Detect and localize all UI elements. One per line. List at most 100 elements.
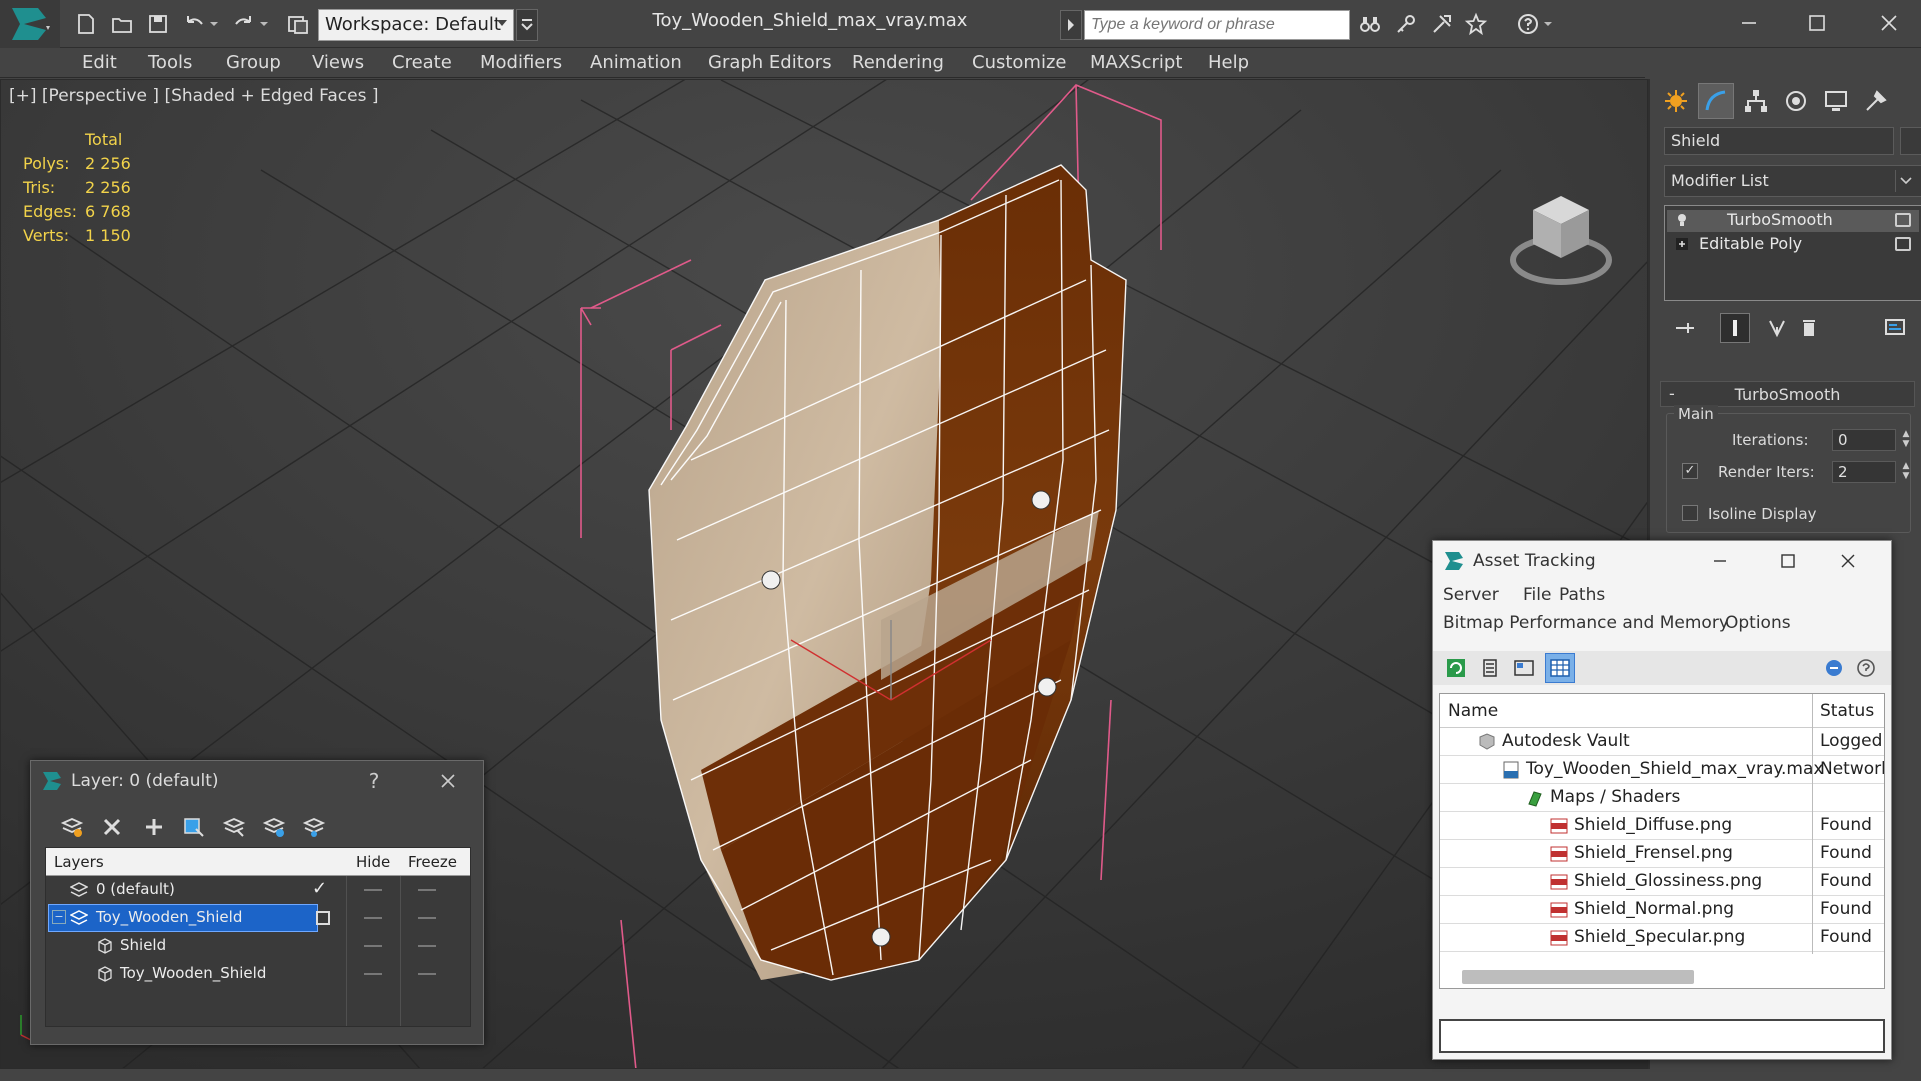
workspace-menu-button[interactable] bbox=[516, 9, 538, 41]
search-expand-button[interactable] bbox=[1060, 10, 1082, 40]
viewport-label[interactable]: [+] [Perspective ] [Shaded + Edged Faces… bbox=[9, 86, 378, 106]
layer-row[interactable]: 0 (default) ✓ bbox=[46, 876, 470, 904]
stack-item-turbosmooth[interactable]: TurboSmooth bbox=[1667, 210, 1919, 232]
asset-path-field[interactable] bbox=[1439, 1019, 1885, 1053]
layer-row[interactable]: − Toy_Wooden_Shield bbox=[46, 904, 470, 932]
hierarchy-tab-icon[interactable] bbox=[1738, 83, 1774, 119]
expand-plus-icon[interactable] bbox=[1675, 237, 1689, 251]
asset-row[interactable]: Shield_Specular.png Found bbox=[1440, 924, 1884, 952]
binoculars-icon[interactable] bbox=[1356, 10, 1384, 38]
modifier-list-dropdown[interactable]: Modifier List bbox=[1664, 165, 1921, 197]
select-layer-icon[interactable] bbox=[217, 811, 251, 843]
maximize-button[interactable] bbox=[1794, 6, 1840, 40]
maximize-button[interactable] bbox=[1773, 547, 1803, 575]
display-tab-icon[interactable] bbox=[1818, 83, 1854, 119]
list-view-icon[interactable] bbox=[1475, 653, 1505, 683]
redo-dropdown-icon[interactable] bbox=[256, 10, 272, 38]
menu-server[interactable]: Server bbox=[1443, 585, 1499, 605]
spinner-arrows-icon[interactable]: ▲ ▼ bbox=[1900, 461, 1912, 483]
close-button[interactable] bbox=[433, 767, 463, 795]
hide-toggle[interactable] bbox=[364, 973, 382, 975]
workspace-selector[interactable]: Workspace: Default bbox=[318, 9, 514, 41]
modify-tab-icon[interactable] bbox=[1698, 83, 1734, 119]
set-current-layer-icon[interactable] bbox=[257, 811, 291, 843]
layer-dialog-titlebar[interactable]: Layer: 0 (default) ? bbox=[31, 761, 483, 801]
set-active-layer-box[interactable] bbox=[316, 911, 330, 925]
freeze-toggle[interactable] bbox=[418, 889, 436, 891]
project-folder-icon[interactable] bbox=[284, 10, 312, 38]
star-icon[interactable] bbox=[1462, 10, 1490, 38]
render-iters-checkbox[interactable]: ✓ bbox=[1682, 463, 1698, 479]
iterations-spinner[interactable]: 0 bbox=[1832, 429, 1896, 451]
render-iters-spinner[interactable]: 2 bbox=[1832, 461, 1896, 483]
undo-dropdown-icon[interactable] bbox=[206, 10, 222, 38]
show-end-result-icon[interactable] bbox=[1720, 313, 1750, 343]
turbosmooth-rollout-header[interactable]: - TurboSmooth bbox=[1660, 381, 1915, 407]
menu-customize[interactable]: Customize bbox=[968, 50, 1070, 75]
horizontal-scrollbar[interactable] bbox=[1462, 970, 1694, 984]
help-dropdown-icon[interactable] bbox=[1540, 10, 1556, 38]
hide-toggle[interactable] bbox=[364, 945, 382, 947]
key-icon[interactable] bbox=[1392, 10, 1420, 38]
create-layer-icon[interactable] bbox=[55, 811, 89, 843]
spinner-arrows-icon[interactable]: ▲ ▼ bbox=[1900, 429, 1912, 451]
minimize-button[interactable] bbox=[1726, 6, 1772, 40]
menu-edit[interactable]: Edit bbox=[78, 50, 121, 75]
freeze-toggle[interactable] bbox=[418, 973, 436, 975]
menu-animation[interactable]: Animation bbox=[586, 50, 686, 75]
new-file-icon[interactable] bbox=[72, 10, 100, 38]
thumbnail-view-icon[interactable] bbox=[1509, 653, 1539, 683]
hide-unhide-all-icon[interactable] bbox=[297, 811, 331, 843]
active-layer-check-icon[interactable]: ✓ bbox=[312, 878, 327, 899]
minimize-button[interactable] bbox=[1705, 547, 1735, 575]
asset-row[interactable]: Shield_Frensel.png Found bbox=[1440, 840, 1884, 868]
table-view-icon[interactable] bbox=[1545, 653, 1575, 683]
freeze-toggle[interactable] bbox=[418, 945, 436, 947]
close-button[interactable] bbox=[1833, 547, 1863, 575]
search-input[interactable] bbox=[1084, 10, 1350, 40]
isoline-display-checkbox[interactable] bbox=[1682, 505, 1698, 521]
vault-help-icon[interactable] bbox=[1851, 653, 1881, 683]
menu-group[interactable]: Group bbox=[222, 50, 285, 75]
layer-row[interactable]: Shield bbox=[46, 932, 470, 960]
menu-create[interactable]: Create bbox=[388, 50, 456, 75]
lightbulb-icon[interactable] bbox=[1675, 213, 1689, 227]
utilities-tab-icon[interactable] bbox=[1858, 83, 1894, 119]
sign-in-icon[interactable] bbox=[1428, 10, 1456, 38]
layer-row[interactable]: Toy_Wooden_Shield bbox=[46, 960, 470, 988]
delete-layer-icon[interactable] bbox=[95, 811, 129, 843]
menu-bitmap-performance[interactable]: Bitmap Performance and Memory bbox=[1443, 613, 1729, 633]
column-freeze[interactable]: Freeze bbox=[408, 853, 457, 871]
object-name-field[interactable]: Shield bbox=[1664, 127, 1894, 155]
undo-icon[interactable] bbox=[180, 10, 208, 38]
column-hide[interactable]: Hide bbox=[356, 853, 390, 871]
asset-row[interactable]: Shield_Diffuse.png Found bbox=[1440, 812, 1884, 840]
stack-item-editable-poly[interactable]: Editable Poly bbox=[1667, 234, 1919, 256]
asset-dialog-titlebar[interactable]: Asset Tracking bbox=[1433, 541, 1891, 581]
freeze-toggle[interactable] bbox=[418, 917, 436, 919]
connect-vault-icon[interactable] bbox=[1819, 653, 1849, 683]
menu-graph-editors[interactable]: Graph Editors bbox=[704, 50, 836, 75]
create-tab-icon[interactable] bbox=[1658, 83, 1694, 119]
menu-maxscript[interactable]: MAXScript bbox=[1086, 50, 1186, 75]
make-unique-icon[interactable] bbox=[1762, 313, 1792, 343]
hide-toggle[interactable] bbox=[364, 917, 382, 919]
asset-row[interactable]: Maps / Shaders bbox=[1440, 784, 1884, 812]
remove-modifier-icon[interactable] bbox=[1794, 313, 1824, 343]
redo-icon[interactable] bbox=[230, 10, 258, 38]
pin-stack-icon[interactable] bbox=[1670, 313, 1700, 343]
app-menu-button[interactable] bbox=[0, 0, 60, 48]
hide-toggle[interactable] bbox=[364, 889, 382, 891]
configure-sets-icon[interactable] bbox=[1880, 313, 1910, 343]
object-color-swatch[interactable] bbox=[1900, 127, 1921, 155]
close-button[interactable] bbox=[1866, 6, 1912, 40]
collapse-icon[interactable]: − bbox=[52, 910, 66, 924]
help-icon[interactable] bbox=[1514, 10, 1542, 38]
menu-rendering[interactable]: Rendering bbox=[848, 50, 948, 75]
motion-tab-icon[interactable] bbox=[1778, 83, 1814, 119]
menu-tools[interactable]: Tools bbox=[144, 50, 196, 75]
asset-row[interactable]: Shield_Normal.png Found bbox=[1440, 896, 1884, 924]
asset-row[interactable]: Autodesk Vault Logged C bbox=[1440, 728, 1884, 756]
help-button[interactable]: ? bbox=[359, 767, 389, 795]
menu-options[interactable]: Options bbox=[1725, 613, 1791, 633]
